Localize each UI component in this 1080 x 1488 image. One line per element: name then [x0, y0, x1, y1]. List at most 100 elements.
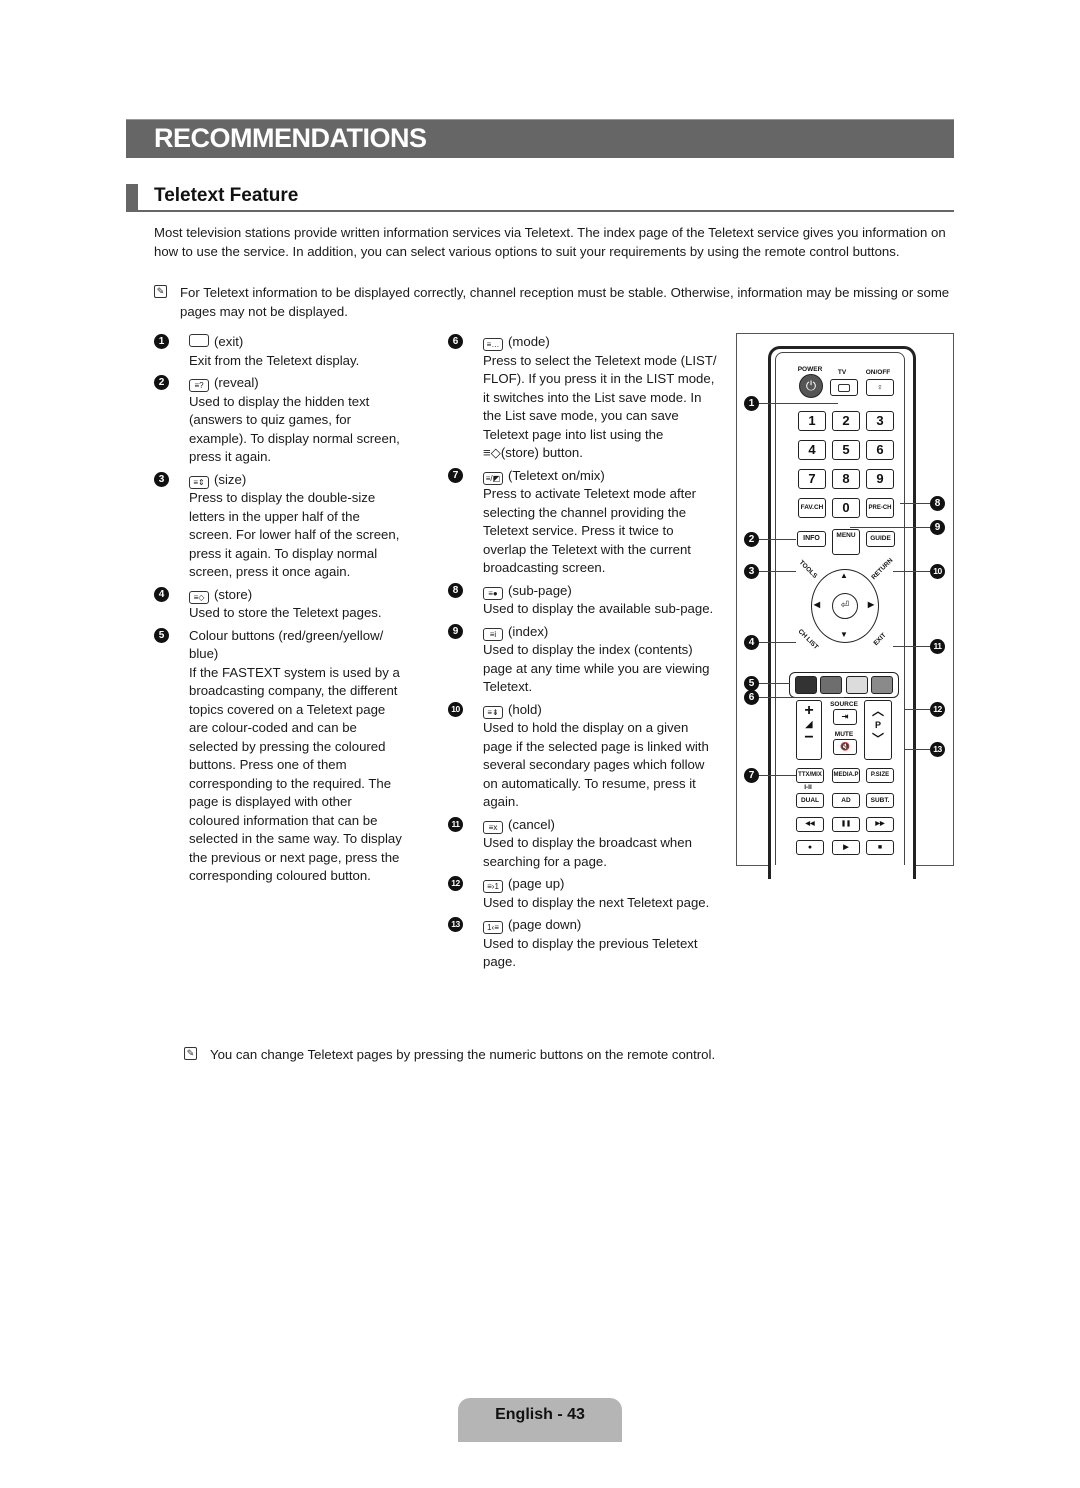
list-item: 8 ≡● (sub-page) Used to display the avail…	[448, 582, 718, 619]
list-item: 2 ≡? (reveal) Used to display the hidden …	[154, 374, 404, 467]
number-badge: 12	[448, 876, 463, 891]
number-badge: 9	[448, 623, 463, 639]
fast-forward-button: ▶▶	[866, 817, 894, 832]
mode-icon: ≡…	[483, 338, 503, 351]
item-desc: Used to display the next Teletext page.	[483, 894, 710, 910]
mute-label: MUTE	[834, 731, 854, 738]
subsection-heading: Teletext Feature	[126, 184, 954, 212]
number-badge: 11	[448, 816, 463, 832]
mute-button: 🔇	[833, 739, 857, 755]
light-button: ♀	[866, 379, 894, 396]
source-label: SOURCE	[830, 701, 858, 708]
callout-badge: 2	[744, 532, 759, 547]
dpad-right-button: ▶	[867, 600, 875, 609]
item-title: (page down)	[508, 917, 582, 932]
zero-button: 0	[832, 498, 860, 518]
item-title: (store)	[214, 586, 253, 602]
digit-button: 7	[798, 469, 826, 489]
heading-marker	[126, 184, 138, 212]
callout-line	[758, 571, 796, 572]
note-numeric: ✎ You can change Teletext pages by press…	[184, 1045, 884, 1064]
dpad-up-button: ▲	[840, 571, 848, 580]
dpad-down-button: ▼	[840, 630, 848, 639]
dpad-left-button: ◀	[813, 600, 821, 609]
item-title: (hold)	[508, 701, 542, 717]
number-badge: 10	[448, 701, 463, 717]
colour-button-yellow	[846, 676, 868, 694]
index-icon: ≡i	[483, 627, 503, 641]
power-label: POWER	[797, 366, 823, 373]
digit-button: 4	[798, 440, 826, 460]
note-text: For Teletext information to be displayed…	[180, 285, 950, 319]
stop-button: ■	[866, 840, 894, 855]
digit-button: 2	[832, 411, 860, 431]
items-column-left: 1 (exit) Exit from the Teletext display.…	[154, 333, 404, 890]
item-desc: Press to display the double-size letters…	[189, 490, 400, 579]
size-icon: ≡⇕	[189, 475, 209, 489]
favch-button: FAV.CH	[798, 498, 826, 518]
callout-badge: 11	[930, 639, 945, 654]
item-desc: Press to select the Teletext mode (LIST/…	[483, 352, 717, 461]
psize-button: P.SIZE	[866, 768, 894, 783]
callout-line	[850, 527, 930, 528]
item-desc: Used to display the index (contents) pag…	[483, 642, 710, 694]
colour-button-red	[795, 676, 817, 694]
item-title: Colour buttons (red/green/yellow/ blue)	[189, 627, 384, 662]
item-desc: If the FASTEXT system is used by a broad…	[189, 664, 402, 884]
pause-button: ❚❚	[832, 817, 860, 832]
item-desc: Used to store the Teletext pages.	[189, 605, 382, 620]
digit-button: 9	[866, 469, 894, 489]
list-item: 5 Colour buttons (red/green/yellow/ blue…	[154, 627, 404, 886]
intro-paragraph: Most television stations provide written…	[154, 225, 946, 259]
rewind-button: ◀◀	[796, 817, 824, 832]
colour-button-blue	[871, 676, 893, 694]
item-title: (size)	[214, 471, 247, 487]
item-desc: Exit from the Teletext display.	[189, 352, 360, 368]
subsection-title: Teletext Feature	[154, 185, 299, 206]
number-badge: 6	[448, 334, 463, 349]
power-button: ⏻	[799, 374, 823, 398]
item-title: (page up)	[508, 876, 565, 891]
list-item: 9 ≡i (index) Used to display the index (c…	[448, 623, 718, 697]
item-title: (cancel)	[508, 816, 555, 832]
callout-line	[758, 697, 844, 698]
exit-icon	[189, 334, 209, 347]
item-desc: Press to activate Teletext mode after se…	[483, 486, 697, 575]
item-title: (reveal)	[214, 375, 259, 390]
item-desc: Used to display the previous Teletext pa…	[483, 935, 698, 970]
onoff-label: ON/OFF	[865, 369, 891, 376]
section-title: RECOMMENDATIONS	[154, 123, 427, 153]
colour-button-green	[820, 676, 842, 694]
sub-page-icon: ≡●	[483, 586, 503, 600]
item-title: (exit)	[214, 334, 244, 349]
ad-button: AD	[832, 793, 860, 808]
callout-badge: 12	[930, 702, 945, 717]
page-number: English - 43	[495, 1406, 585, 1423]
record-button: ●	[796, 840, 824, 855]
item-desc: Used to hold the display on a given page…	[483, 720, 709, 809]
guide-button: GUIDE	[866, 531, 895, 547]
item-title: (sub-page)	[508, 582, 572, 598]
callout-badge: 13	[930, 742, 945, 757]
tv-button	[830, 379, 858, 396]
list-item: 3 ≡⇕ (size) Press to display the double-s…	[154, 471, 404, 582]
callout-line	[758, 539, 796, 540]
channel-rocker: ︿ P ﹀	[864, 700, 892, 760]
digit-button: 6	[866, 440, 894, 460]
item-title: (Teletext on/mix)	[508, 467, 605, 483]
prech-button: PRE-CH	[866, 498, 894, 518]
page-footer-tab: English - 43	[458, 1398, 622, 1442]
reveal-icon: ≡?	[189, 379, 209, 392]
number-badge: 3	[154, 471, 169, 487]
number-badge: 13	[448, 917, 463, 932]
items-column-middle: 6 ≡… (mode) Press to select the Teletext …	[448, 333, 718, 976]
item-title: (mode)	[508, 334, 550, 349]
volume-rocker: + ◢ −	[796, 700, 822, 760]
callout-line	[904, 709, 930, 710]
item-desc: Used to display the available sub-page.	[483, 601, 714, 616]
subt-button: SUBT.	[866, 793, 894, 808]
section-title-bar: RECOMMENDATIONS	[126, 119, 954, 158]
callout-badge: 7	[744, 768, 759, 783]
page-down-icon: 1‹≡	[483, 921, 503, 934]
callout-badge: 10	[930, 564, 945, 579]
